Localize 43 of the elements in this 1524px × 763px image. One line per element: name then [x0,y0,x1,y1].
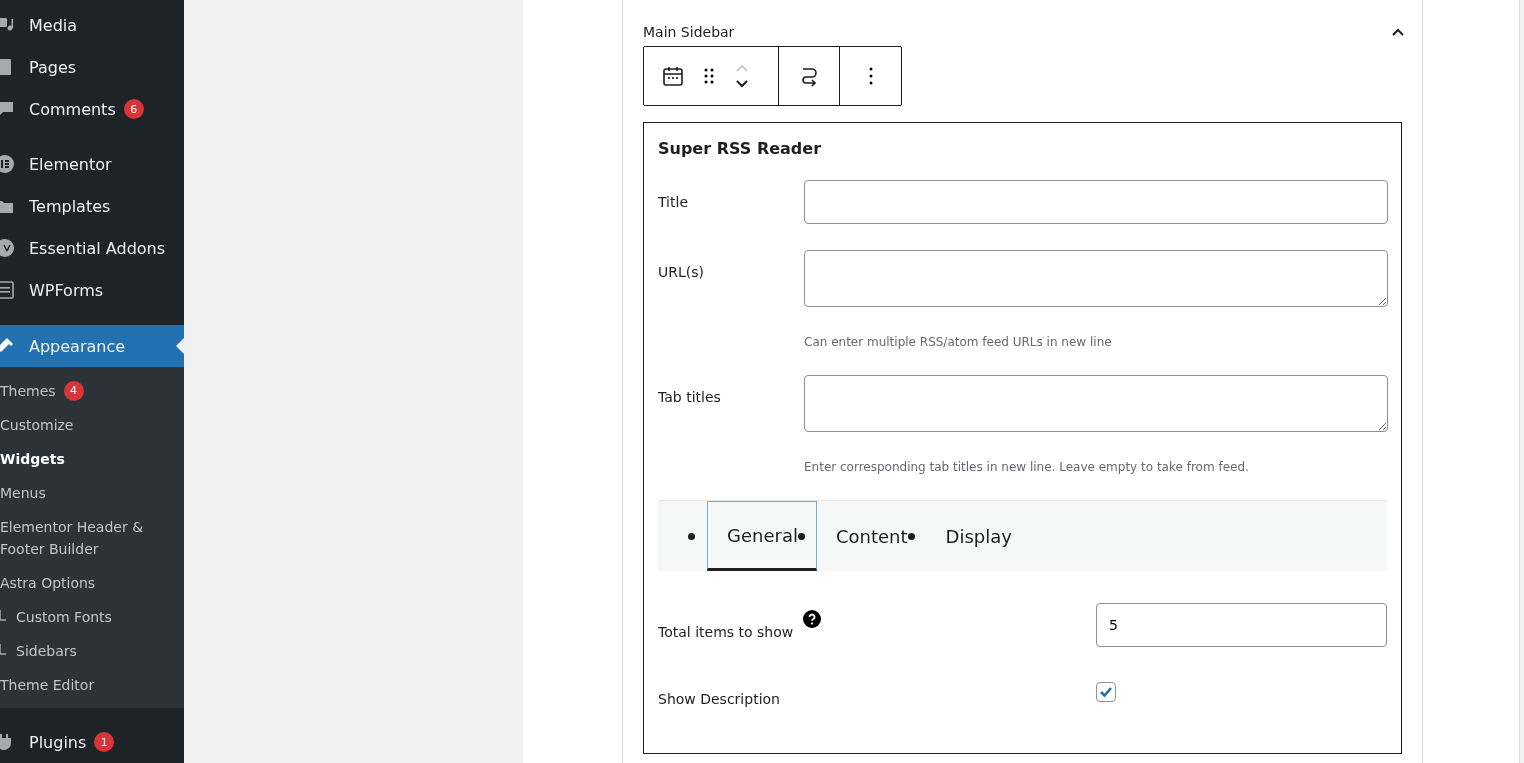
submenu-item[interactable]: Theme Editor [0,668,95,702]
submenu-item[interactable]: Sidebars [16,634,77,668]
option-label: Total items to show [658,623,794,640]
input-field[interactable] [804,180,1388,224]
menu-item[interactable]: Plugins 1 [0,721,184,763]
submenu-item[interactable]: Menus [0,476,46,510]
count-badge: 1 [94,732,115,752]
count-badge: 4 [63,380,84,401]
number-field[interactable]: 5 [1096,603,1387,647]
calendar-icon[interactable] [661,64,685,88]
submenu-item[interactable]: Elementor Header & Footer Builder [0,510,184,566]
menu-item[interactable]: Pages [0,46,184,88]
menu-item[interactable]: Essential Addons [0,227,184,269]
submenu-item[interactable]: Astra Options [0,566,96,600]
submenu-item[interactable]: Widgets [0,442,65,476]
widget-title: Super RSS Reader [658,139,823,158]
menu-item[interactable]: Elementor [0,143,184,185]
submenu-item[interactable]: Custom Fonts [16,600,112,634]
menu-item[interactable]: Templates [0,185,184,227]
field-label: Title [658,193,689,210]
menu-item[interactable]: WPForms [0,269,184,311]
count-badge: 6 [123,99,144,119]
field-label: URL(s) [658,263,705,280]
help-text: Can enter multiple RSS/atom feed URLs in new line [804,335,1113,349]
submenu-item[interactable]: Themes [0,373,56,408]
textarea-field[interactable] [804,250,1388,307]
bullet-icon [688,533,695,540]
area-title: Main Sidebar [643,24,735,40]
option-label: Show Description [658,690,780,707]
submenu-item[interactable]: Customize [0,408,74,442]
help-icon[interactable] [803,610,822,628]
field-label: Tab titles [658,388,722,405]
checkbox[interactable] [1096,682,1116,702]
menu-item[interactable]: Comments 6 [0,88,184,130]
bullet-icon [907,533,915,540]
textarea-field[interactable] [804,375,1388,432]
menu-item[interactable]: Appearance [0,325,184,367]
help-text: Enter corresponding tab titles in new line. Leave empty to take from feed. [804,460,1250,474]
bullet-icon [797,533,805,540]
check-icon [1099,685,1113,699]
tab[interactable]: Display [926,501,1031,571]
forms-icon [0,280,15,300]
menu-item[interactable]: Media [0,4,184,46]
